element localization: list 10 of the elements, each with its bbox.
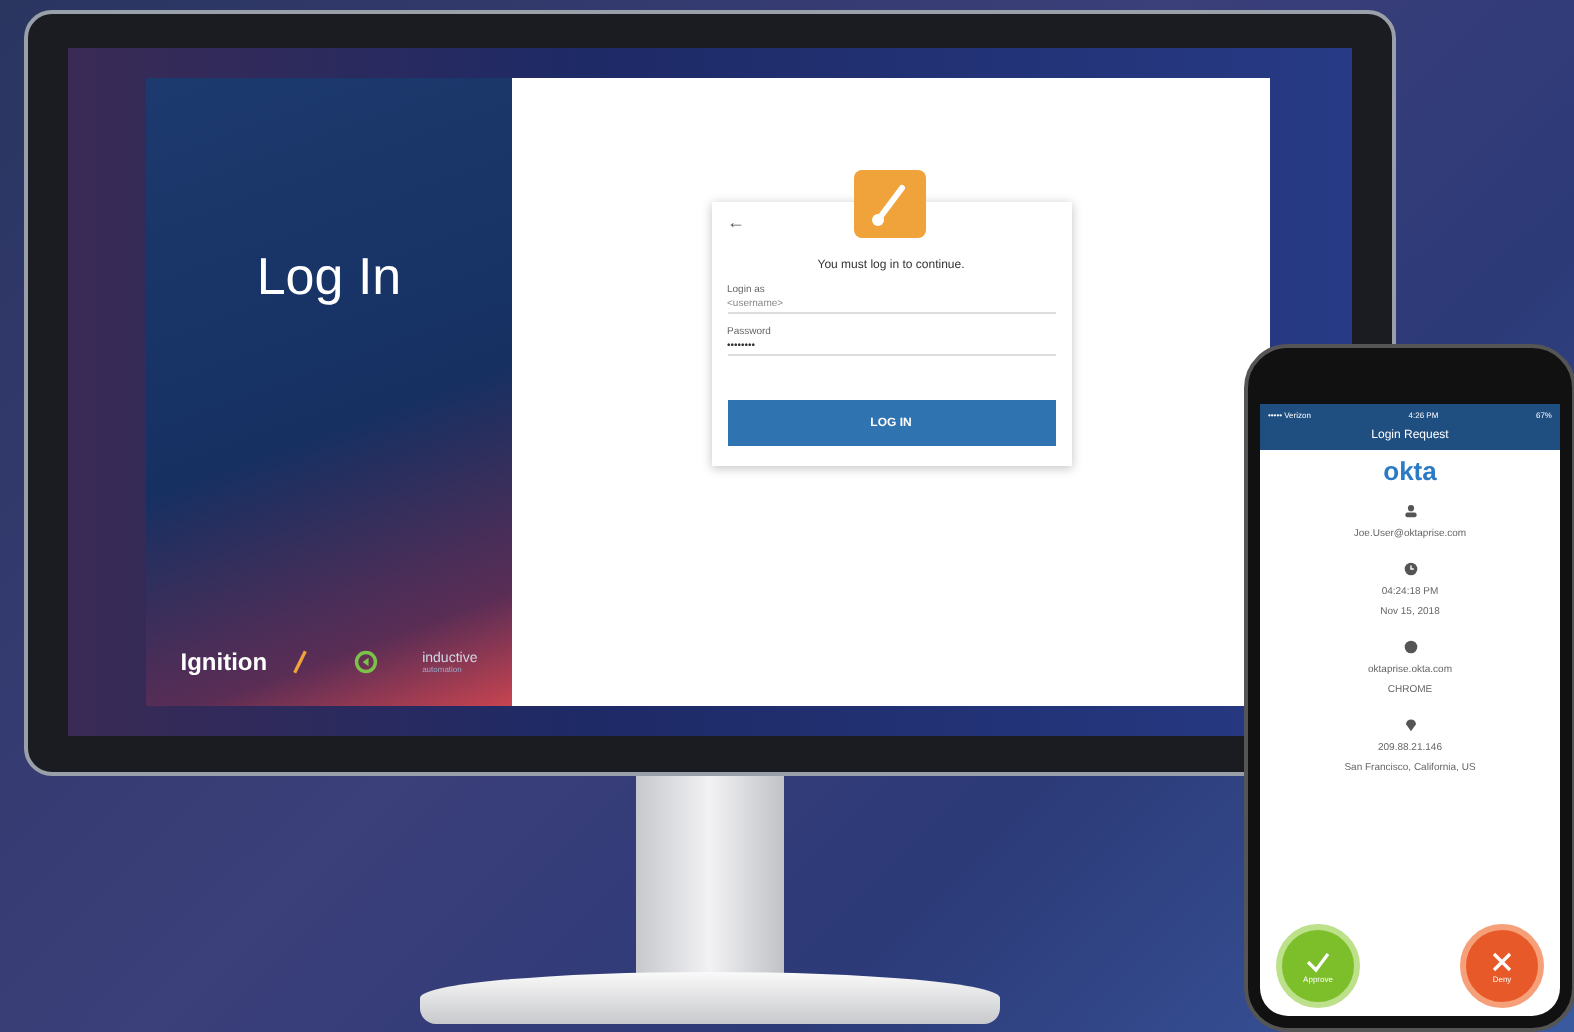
clock-icon [1403, 562, 1417, 576]
pencil-icon [292, 646, 309, 678]
person-icon [1403, 504, 1417, 518]
back-button[interactable]: ← [727, 214, 745, 232]
brand-logo: Ignition [180, 648, 268, 676]
okta-logo: okta [1383, 456, 1437, 486]
close-icon [1488, 948, 1516, 976]
check-icon [1304, 948, 1332, 976]
page-title: Log In [256, 246, 402, 308]
pin-icon [1403, 718, 1417, 732]
